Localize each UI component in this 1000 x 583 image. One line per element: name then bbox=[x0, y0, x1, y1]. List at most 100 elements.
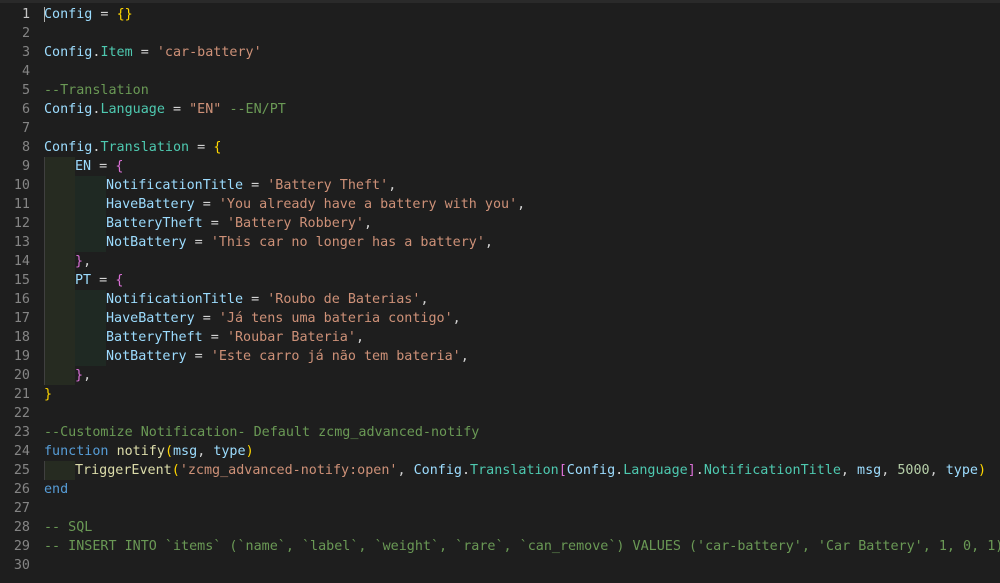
code-line[interactable]: 12 BatteryTheft = 'Battery Robbery', bbox=[0, 214, 1000, 233]
code-line[interactable]: 27 bbox=[0, 499, 1000, 518]
code-token: = bbox=[189, 140, 214, 155]
code-line[interactable]: 11 HaveBattery = 'You already have a batt… bbox=[0, 195, 1000, 214]
code-token: , bbox=[420, 292, 429, 307]
code-lines[interactable]: 1 Config = {} 2 3 Config.Item = 'car-battery… bbox=[0, 5, 1000, 575]
code-token: NotificationTitle bbox=[106, 178, 244, 193]
code-token: , bbox=[397, 463, 414, 478]
code-token: Translation bbox=[100, 140, 190, 155]
code-line[interactable]: 25 TriggerEvent('zcmg_advanced-notify:ope… bbox=[0, 461, 1000, 480]
code-line[interactable]: 14}, bbox=[0, 252, 1000, 271]
code-line[interactable]: 24 function notify(msg, type) bbox=[0, 442, 1000, 461]
code-token: msg bbox=[173, 444, 198, 459]
line-code: Config = {} bbox=[44, 5, 133, 24]
line-number: 24 bbox=[13, 444, 30, 459]
code-line[interactable]: 22 bbox=[0, 404, 1000, 423]
code-line[interactable]: 17 HaveBattery = 'Já tens uma bateria con… bbox=[0, 309, 1000, 328]
indent-guide bbox=[44, 347, 75, 366]
line-code: BatteryTheft = 'Roubar Bateria', bbox=[44, 328, 364, 347]
code-token: = bbox=[91, 159, 116, 174]
line-number: 29 bbox=[13, 539, 30, 554]
line-number: 28 bbox=[13, 520, 30, 535]
code-token: = bbox=[243, 178, 268, 193]
code-token: . bbox=[695, 463, 704, 478]
indent-guide bbox=[44, 366, 75, 385]
code-token: = bbox=[202, 330, 227, 345]
code-line[interactable]: 6 Config.Language = "EN" --EN/PT bbox=[0, 100, 1000, 119]
line-code: -- SQL bbox=[44, 518, 92, 537]
line-code: }, bbox=[44, 252, 91, 271]
code-line[interactable]: 19 NotBattery = 'Este carro já não tem ba… bbox=[0, 347, 1000, 366]
code-token: , bbox=[83, 254, 92, 269]
code-token: type bbox=[945, 463, 978, 478]
line-code: NotBattery = 'This car no longer has a b… bbox=[44, 233, 493, 252]
code-token: 'Roubar Bateria' bbox=[226, 330, 356, 345]
code-editor[interactable]: 1 Config = {} 2 3 Config.Item = 'car-battery… bbox=[0, 0, 1000, 583]
line-code: --Translation bbox=[44, 81, 149, 100]
code-line[interactable]: 2 bbox=[0, 24, 1000, 43]
code-line[interactable]: 29 -- INSERT INTO `items` (`name`, `label… bbox=[0, 537, 1000, 556]
code-line[interactable]: 13 NotBattery = 'This car no longer has a… bbox=[0, 233, 1000, 252]
code-line[interactable]: 5 --Translation bbox=[0, 81, 1000, 100]
code-token: TriggerEvent bbox=[75, 463, 172, 478]
code-line[interactable]: 9 EN = { bbox=[0, 157, 1000, 176]
indent-guide bbox=[75, 309, 106, 328]
code-line[interactable]: 21} bbox=[0, 385, 1000, 404]
code-token: Translation bbox=[470, 463, 559, 478]
code-line[interactable]: 26 end bbox=[0, 480, 1000, 499]
code-token: } bbox=[75, 368, 84, 383]
code-token: type bbox=[213, 444, 246, 459]
code-token: msg bbox=[857, 463, 882, 478]
code-line[interactable]: 15 PT = { bbox=[0, 271, 1000, 290]
code-token: 'You already have a battery with you' bbox=[218, 197, 518, 212]
line-code: EN = { bbox=[44, 157, 123, 176]
code-line[interactable]: 8 Config.Translation = { bbox=[0, 138, 1000, 157]
code-line[interactable]: 16 NotificationTitle = 'Roubo de Baterias… bbox=[0, 290, 1000, 309]
indent-guide bbox=[44, 214, 75, 233]
code-token: Config bbox=[44, 102, 93, 117]
indent-guide bbox=[44, 176, 75, 195]
code-line[interactable]: 3 Config.Item = 'car-battery' bbox=[0, 43, 1000, 62]
code-line[interactable]: 18 BatteryTheft = 'Roubar Bateria', bbox=[0, 328, 1000, 347]
line-number: 23 bbox=[13, 425, 30, 440]
code-token: HaveBattery bbox=[106, 197, 195, 212]
line-code: Config.Item = 'car-battery' bbox=[44, 43, 262, 62]
code-token: , bbox=[484, 235, 493, 250]
code-line[interactable]: 7 bbox=[0, 119, 1000, 138]
code-token: = bbox=[91, 273, 116, 288]
code-token: = bbox=[92, 7, 117, 22]
code-token: = bbox=[186, 349, 211, 364]
text-cursor bbox=[44, 7, 45, 22]
indent-guide bbox=[44, 461, 75, 480]
code-token: Config bbox=[566, 463, 616, 478]
indent-guide bbox=[44, 157, 75, 176]
code-line[interactable]: 10 NotificationTitle = 'Battery Theft', bbox=[0, 176, 1000, 195]
code-token: NotificationTitle bbox=[106, 292, 244, 307]
indent-guide bbox=[44, 271, 75, 290]
code-token: = bbox=[132, 45, 157, 60]
code-line[interactable]: 28 -- SQL bbox=[0, 518, 1000, 537]
code-line[interactable]: 30 bbox=[0, 556, 1000, 575]
code-line[interactable]: 20}, bbox=[0, 366, 1000, 385]
code-token: --Translation bbox=[44, 83, 149, 98]
code-token: --EN/PT bbox=[229, 102, 286, 117]
code-token: , bbox=[840, 463, 858, 478]
code-line[interactable]: 23 --Customize Notification- Default zcmg… bbox=[0, 423, 1000, 442]
indent-guide bbox=[75, 195, 106, 214]
line-code: -- INSERT INTO `items` (`name`, `label`,… bbox=[44, 537, 1000, 556]
code-token: {} bbox=[116, 7, 133, 22]
code-line[interactable]: 4 bbox=[0, 62, 1000, 81]
code-line[interactable]: 1 Config = {} bbox=[0, 5, 1000, 24]
code-token: , bbox=[452, 311, 461, 326]
code-token: Language bbox=[100, 102, 165, 117]
code-token: HaveBattery bbox=[106, 311, 195, 326]
code-token: NotBattery bbox=[106, 235, 187, 250]
line-number: 10 bbox=[13, 178, 30, 193]
code-token: , bbox=[364, 216, 373, 231]
code-token: NotificationTitle bbox=[703, 463, 841, 478]
line-number: 9 bbox=[21, 159, 30, 174]
code-token: "EN" bbox=[189, 102, 222, 117]
code-token: PT bbox=[75, 273, 92, 288]
line-code: function notify(msg, type) bbox=[44, 442, 254, 461]
code-token: 'Battery Robbery' bbox=[226, 216, 364, 231]
